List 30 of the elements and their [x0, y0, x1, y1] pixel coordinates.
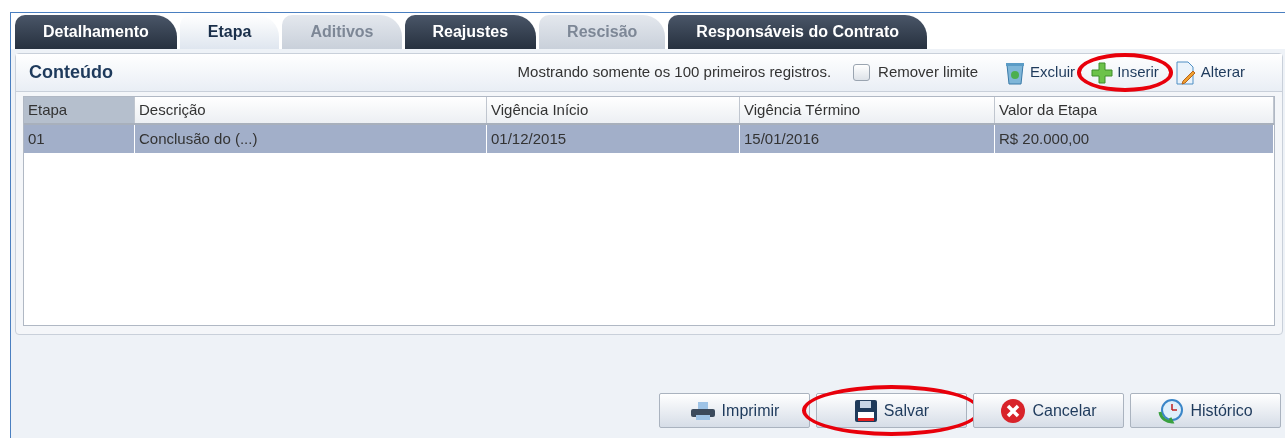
- printer-icon: [689, 400, 716, 421]
- column-header[interactable]: Valor da Etapa: [995, 97, 1274, 123]
- document-pencil-icon: [1174, 60, 1197, 85]
- remove-limit-checkbox[interactable]: Remover limite: [853, 61, 979, 84]
- toolbar-button[interactable]: Excluir: [1004, 60, 1076, 85]
- table-row[interactable]: 01 Conclusão do (...) 01/12/2015 15/01/2016 R$ 20.000,00: [24, 125, 1274, 153]
- table-cell: 01: [24, 125, 135, 153]
- toolbar-button[interactable]: Inserir: [1091, 61, 1159, 84]
- table-cell: 01/12/2015: [487, 125, 740, 153]
- table-cell: R$ 20.000,00: [995, 125, 1274, 153]
- column-header[interactable]: Vigência Término: [740, 97, 995, 123]
- column-header[interactable]: Descrição: [135, 97, 487, 123]
- panel-title: Conteúdo: [29, 61, 113, 84]
- action-button[interactable]: Histórico: [1130, 393, 1281, 428]
- table-cell: Conclusão do (...): [135, 125, 487, 153]
- tab[interactable]: Responsáveis do Contrato: [668, 15, 928, 49]
- tab[interactable]: Detalhamento: [15, 15, 177, 49]
- action-button[interactable]: Salvar: [816, 393, 967, 428]
- plus-icon: [1091, 61, 1114, 84]
- action-button[interactable]: Cancelar: [973, 393, 1124, 428]
- tab[interactable]: Reajustes: [404, 15, 537, 49]
- notice-text: Mostrando somente os 100 primeiros registros.: [517, 62, 832, 83]
- toolbar-button[interactable]: Alterar: [1174, 60, 1245, 85]
- tab[interactable]: Etapa: [179, 15, 280, 49]
- table-cell: 15/01/2016: [740, 125, 995, 153]
- column-header[interactable]: Vigência Início: [487, 97, 740, 123]
- close-icon: [1000, 397, 1027, 424]
- trash-icon: [1004, 60, 1027, 85]
- action-button[interactable]: Imprimir: [659, 393, 810, 428]
- column-header[interactable]: Etapa: [24, 97, 135, 123]
